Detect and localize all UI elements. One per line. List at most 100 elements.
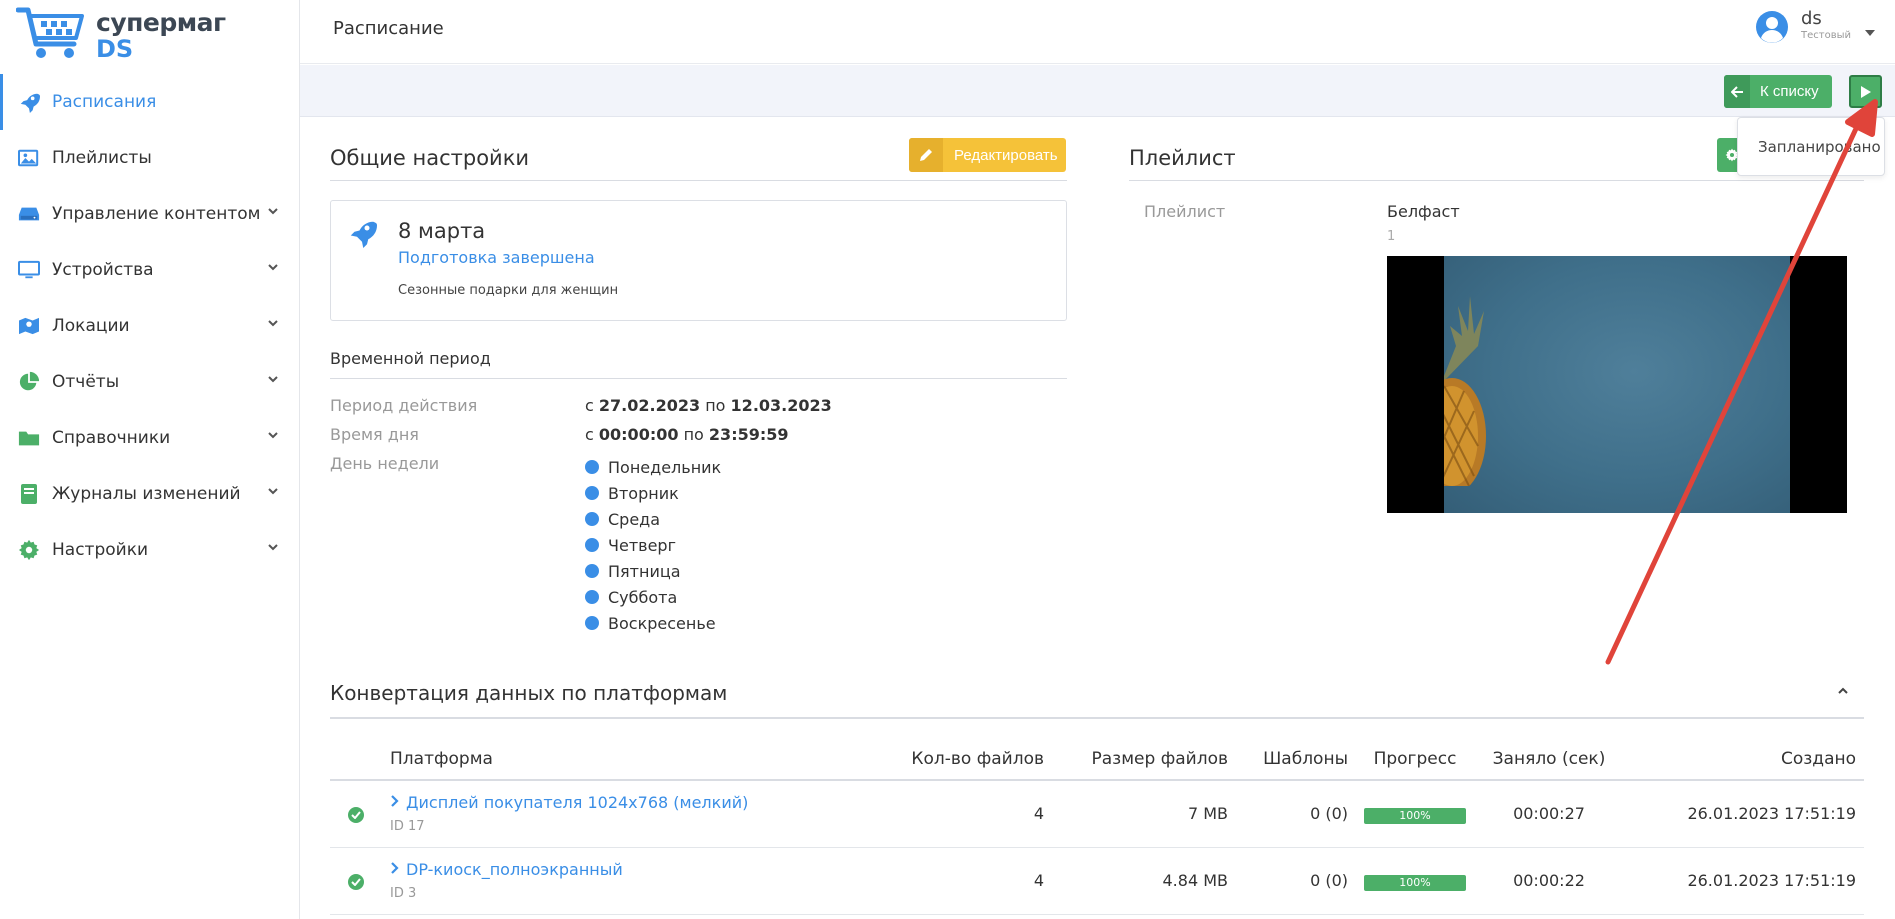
back-to-list-button[interactable]: К списку <box>1724 75 1832 108</box>
platform-link[interactable]: DP-киоск_полноэкранный <box>390 860 623 879</box>
sidebar-item-devices[interactable]: Устройства <box>0 242 300 298</box>
col-elapsed[interactable]: Заняло (сек) <box>1474 738 1624 781</box>
logo[interactable]: супермаг DS <box>16 6 226 62</box>
sidebar-item-settings[interactable]: Настройки <box>0 522 300 578</box>
templates-cell: 0 (0) <box>1236 780 1356 848</box>
edit-button[interactable]: Редактировать <box>909 138 1066 172</box>
col-status <box>330 738 382 781</box>
status-dot <box>585 486 599 500</box>
playlist-name[interactable]: Белфаст <box>1387 202 1460 221</box>
status-dot <box>585 564 599 578</box>
sidebar-item-playlists[interactable]: Плейлисты <box>0 130 300 186</box>
weekday-label-text: Среда <box>608 509 661 529</box>
chevron-down-icon <box>268 376 278 383</box>
status-dot <box>585 616 599 630</box>
weekday-label-text: Четверг <box>608 535 676 555</box>
weekday-label-text: Воскресенье <box>608 613 716 633</box>
playlist-title: Плейлист <box>1129 146 1236 170</box>
pineapple-image <box>1444 296 1486 486</box>
user-menu[interactable]: ds Тестовый <box>1755 10 1875 54</box>
validity-to: 12.03.2023 <box>730 396 832 415</box>
conversion-table: Платформа Кол-во файлов Размер файлов Ша… <box>330 738 1864 915</box>
sidebar-item-label: Локации <box>52 316 130 336</box>
validity-value: с 27.02.2023 по 12.03.2023 <box>585 396 832 415</box>
col-files[interactable]: Кол-во файлов <box>892 738 1052 781</box>
progress-bar: 100% <box>1364 874 1466 891</box>
weekday-label-text: Вторник <box>608 483 679 503</box>
templates-cell: 0 (0) <box>1236 847 1356 915</box>
col-templates[interactable]: Шаблоны <box>1236 738 1356 781</box>
caret-down-icon <box>1865 30 1875 36</box>
chevron-up-icon[interactable] <box>1836 684 1850 698</box>
col-created[interactable]: Создано <box>1624 738 1864 781</box>
video-preview[interactable] <box>1387 256 1847 513</box>
col-progress[interactable]: Прогресс <box>1356 738 1474 781</box>
user-role: Тестовый <box>1801 30 1851 41</box>
book-icon <box>17 482 41 506</box>
elapsed-cell: 00:00:22 <box>1474 847 1624 915</box>
play-tooltip: Запланировано <box>1737 117 1885 176</box>
weekday-label-text: Пятница <box>608 561 681 581</box>
sidebar-item-label: Устройства <box>52 260 154 280</box>
chevron-down-icon <box>268 264 278 271</box>
logo-line2: DS <box>96 35 134 63</box>
video-frame <box>1444 256 1790 513</box>
weekday-list: Понедельник Вторник Среда Четверг Пятниц… <box>585 454 721 636</box>
check-circle-icon <box>348 807 364 824</box>
validity-to-prefix: по <box>705 396 726 415</box>
weekday-item: Вторник <box>585 480 721 506</box>
sidebar-item-label: Плейлисты <box>52 148 152 168</box>
rocket-icon <box>350 221 377 248</box>
check-circle-icon <box>348 874 364 890</box>
time-from-prefix: с <box>585 425 594 444</box>
col-size[interactable]: Размер файлов <box>1052 738 1236 781</box>
chevron-down-icon <box>268 432 278 439</box>
arrow-left-icon <box>1724 75 1750 108</box>
chevron-down-icon <box>268 488 278 495</box>
edit-label: Редактировать <box>954 146 1058 164</box>
sidebar-item-directories[interactable]: Справочники <box>0 410 300 466</box>
sidebar-item-locations[interactable]: Локации <box>0 298 300 354</box>
validity-label: Период действия <box>330 396 478 415</box>
schedule-name: 8 марта <box>398 219 486 243</box>
sidebar-item-changelogs[interactable]: Журналы изменений <box>0 466 300 522</box>
time-to-prefix: по <box>683 425 704 444</box>
folder-icon <box>17 426 41 450</box>
pencil-icon <box>909 138 943 172</box>
sidebar-item-schedules[interactable]: Расписания <box>0 74 300 130</box>
chevron-right-icon <box>391 795 399 808</box>
sidebar-item-label: Справочники <box>52 428 171 448</box>
sidebar-nav: Расписания Плейлисты Управление контенто… <box>0 74 300 578</box>
play-icon <box>1860 85 1871 98</box>
weekday-item: Воскресенье <box>585 610 721 636</box>
platform-name: DP-киоск_полноэкранный <box>406 860 623 879</box>
time-to: 23:59:59 <box>708 425 789 444</box>
playlist-divider <box>1129 180 1864 181</box>
images-icon <box>17 146 41 170</box>
sidebar-item-content[interactable]: Управление контентом <box>0 186 300 242</box>
chevron-down-icon <box>268 320 278 327</box>
schedule-card: 8 марта Подготовка завершена Сезонные по… <box>330 200 1067 321</box>
schedule-status: Подготовка завершена <box>398 248 595 267</box>
conversion-title: Конвертация данных по платформам <box>330 681 728 705</box>
col-platform[interactable]: Платформа <box>382 738 892 781</box>
logo-line1: супермаг <box>96 8 226 37</box>
platform-name: Дисплей покупателя 1024x768 (мелкий) <box>406 793 749 813</box>
schedule-play-button[interactable] <box>1849 75 1882 108</box>
validity-from-prefix: с <box>585 396 594 415</box>
created-cell: 26.01.2023 17:51:19 <box>1624 780 1864 848</box>
weekday-item: Суббота <box>585 584 721 610</box>
table-row[interactable]: DP-киоск_полноэкранный ID 3 4 4.84 MB 0 … <box>330 847 1864 915</box>
sidebar-item-reports[interactable]: Отчёты <box>0 354 300 410</box>
table-header-row: Платформа Кол-во файлов Размер файлов Ша… <box>330 738 1864 781</box>
playlist-count: 1 <box>1387 229 1396 244</box>
created-cell: 26.01.2023 17:51:19 <box>1624 847 1864 915</box>
logo-text: супермаг DS <box>96 10 226 61</box>
platform-link[interactable]: Дисплей покупателя 1024x768 (мелкий) <box>390 793 748 812</box>
chevron-down-icon <box>268 544 278 551</box>
table-row[interactable]: Дисплей покупателя 1024x768 (мелкий) ID … <box>330 780 1864 848</box>
platform-cell: Дисплей покупателя 1024x768 (мелкий) ID … <box>382 780 892 848</box>
gear-icon <box>17 538 41 562</box>
cart-logo-icon <box>16 7 84 58</box>
sidebar-item-label: Настройки <box>52 540 149 560</box>
